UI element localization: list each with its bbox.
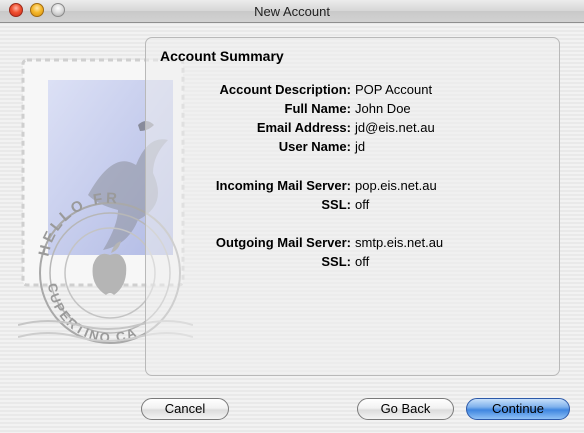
row-label: User Name:	[278, 139, 351, 154]
summary-row-user-name: User Name: jd	[146, 139, 561, 157]
row-label: Full Name:	[284, 101, 351, 116]
continue-button[interactable]: Continue	[466, 398, 570, 420]
row-label: Incoming Mail Server:	[215, 178, 351, 193]
summary-row-email-address: Email Address: jd@eis.net.au	[146, 120, 561, 138]
summary-row-incoming-server: Incoming Mail Server: pop.eis.net.au	[146, 178, 561, 196]
row-label: Account Description:	[219, 82, 351, 97]
account-summary-panel: Account Summary Account Description: POP…	[145, 37, 560, 376]
row-value: pop.eis.net.au	[355, 178, 437, 193]
row-value: off	[355, 254, 370, 269]
row-value: POP Account	[355, 82, 433, 97]
summary-row-account-description: Account Description: POP Account	[146, 82, 561, 100]
summary-row-outgoing-server: Outgoing Mail Server: smtp.eis.net.au	[146, 235, 561, 253]
panel-title: Account Summary	[160, 48, 284, 64]
row-label: Email Address:	[256, 120, 351, 135]
title-bar[interactable]: New Account	[0, 0, 584, 23]
row-value: off	[355, 197, 370, 212]
summary-row-outgoing-ssl: SSL: off	[146, 254, 561, 272]
row-value: jd@eis.net.au	[355, 120, 435, 135]
go-back-button[interactable]: Go Back	[357, 398, 454, 420]
summary-row-full-name: Full Name: John Doe	[146, 101, 561, 119]
new-account-window: New Account HELLO FR CUPERTINO CA Accoun…	[0, 0, 584, 433]
row-value: John Doe	[355, 101, 411, 116]
summary-row-incoming-ssl: SSL: off	[146, 197, 561, 215]
window-title: New Account	[254, 4, 330, 19]
row-label: Outgoing Mail Server:	[215, 235, 351, 250]
cancel-button[interactable]: Cancel	[141, 398, 229, 420]
row-value: smtp.eis.net.au	[355, 235, 444, 250]
row-label: SSL:	[321, 254, 351, 269]
row-label: SSL:	[321, 197, 351, 212]
row-value: jd	[355, 139, 366, 154]
